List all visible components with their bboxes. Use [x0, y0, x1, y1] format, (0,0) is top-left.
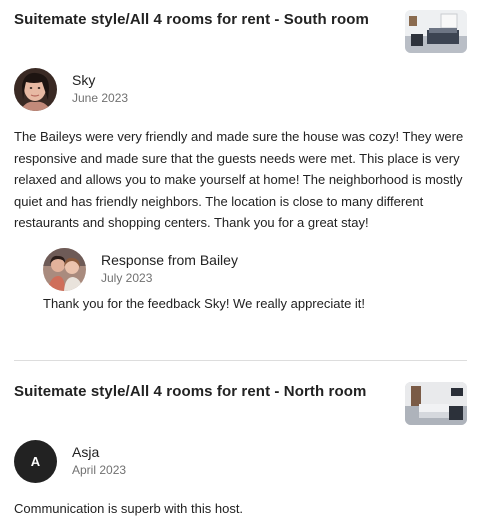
listing-thumbnail[interactable] — [405, 10, 467, 53]
avatar[interactable] — [14, 68, 57, 111]
review-header: Suitemate style/All 4 rooms for rent - N… — [14, 372, 467, 428]
review-header: Suitemate style/All 4 rooms for rent - S… — [14, 0, 467, 56]
response-date: July 2023 — [101, 270, 153, 285]
listing-title[interactable]: Suitemate style/All 4 rooms for rent - N… — [14, 382, 394, 402]
review-date: April 2023 — [72, 463, 127, 477]
response-text: Thank you for the feedback Sky! We reall… — [43, 295, 366, 311]
review-card: Suitemate style/All 4 rooms for rent - S… — [14, 0, 467, 314]
host-response: Response from Bailey July 2023 Thank you… — [43, 247, 467, 314]
review-date: June 2023 — [72, 91, 129, 105]
review-author: Sky June 2023 — [14, 68, 467, 114]
author-name: Asja — [72, 444, 100, 460]
response-author: Response from Bailey July 2023 — [43, 247, 467, 294]
review-text: Communication is superb with this host. — [14, 501, 244, 516]
review-text: The Baileys were very friendly and made … — [14, 129, 464, 230]
listing-thumbnail[interactable] — [405, 382, 467, 425]
review-divider — [14, 360, 467, 361]
avatar[interactable]: A — [14, 440, 57, 483]
response-label: Response from Bailey — [101, 251, 238, 268]
author-name: Sky — [72, 72, 96, 88]
review-card: Suitemate style/All 4 rooms for rent - N… — [14, 372, 467, 520]
review-author: A Asja April 2023 — [14, 440, 467, 486]
host-avatar[interactable] — [43, 247, 86, 291]
listing-title[interactable]: Suitemate style/All 4 rooms for rent - S… — [14, 10, 394, 30]
